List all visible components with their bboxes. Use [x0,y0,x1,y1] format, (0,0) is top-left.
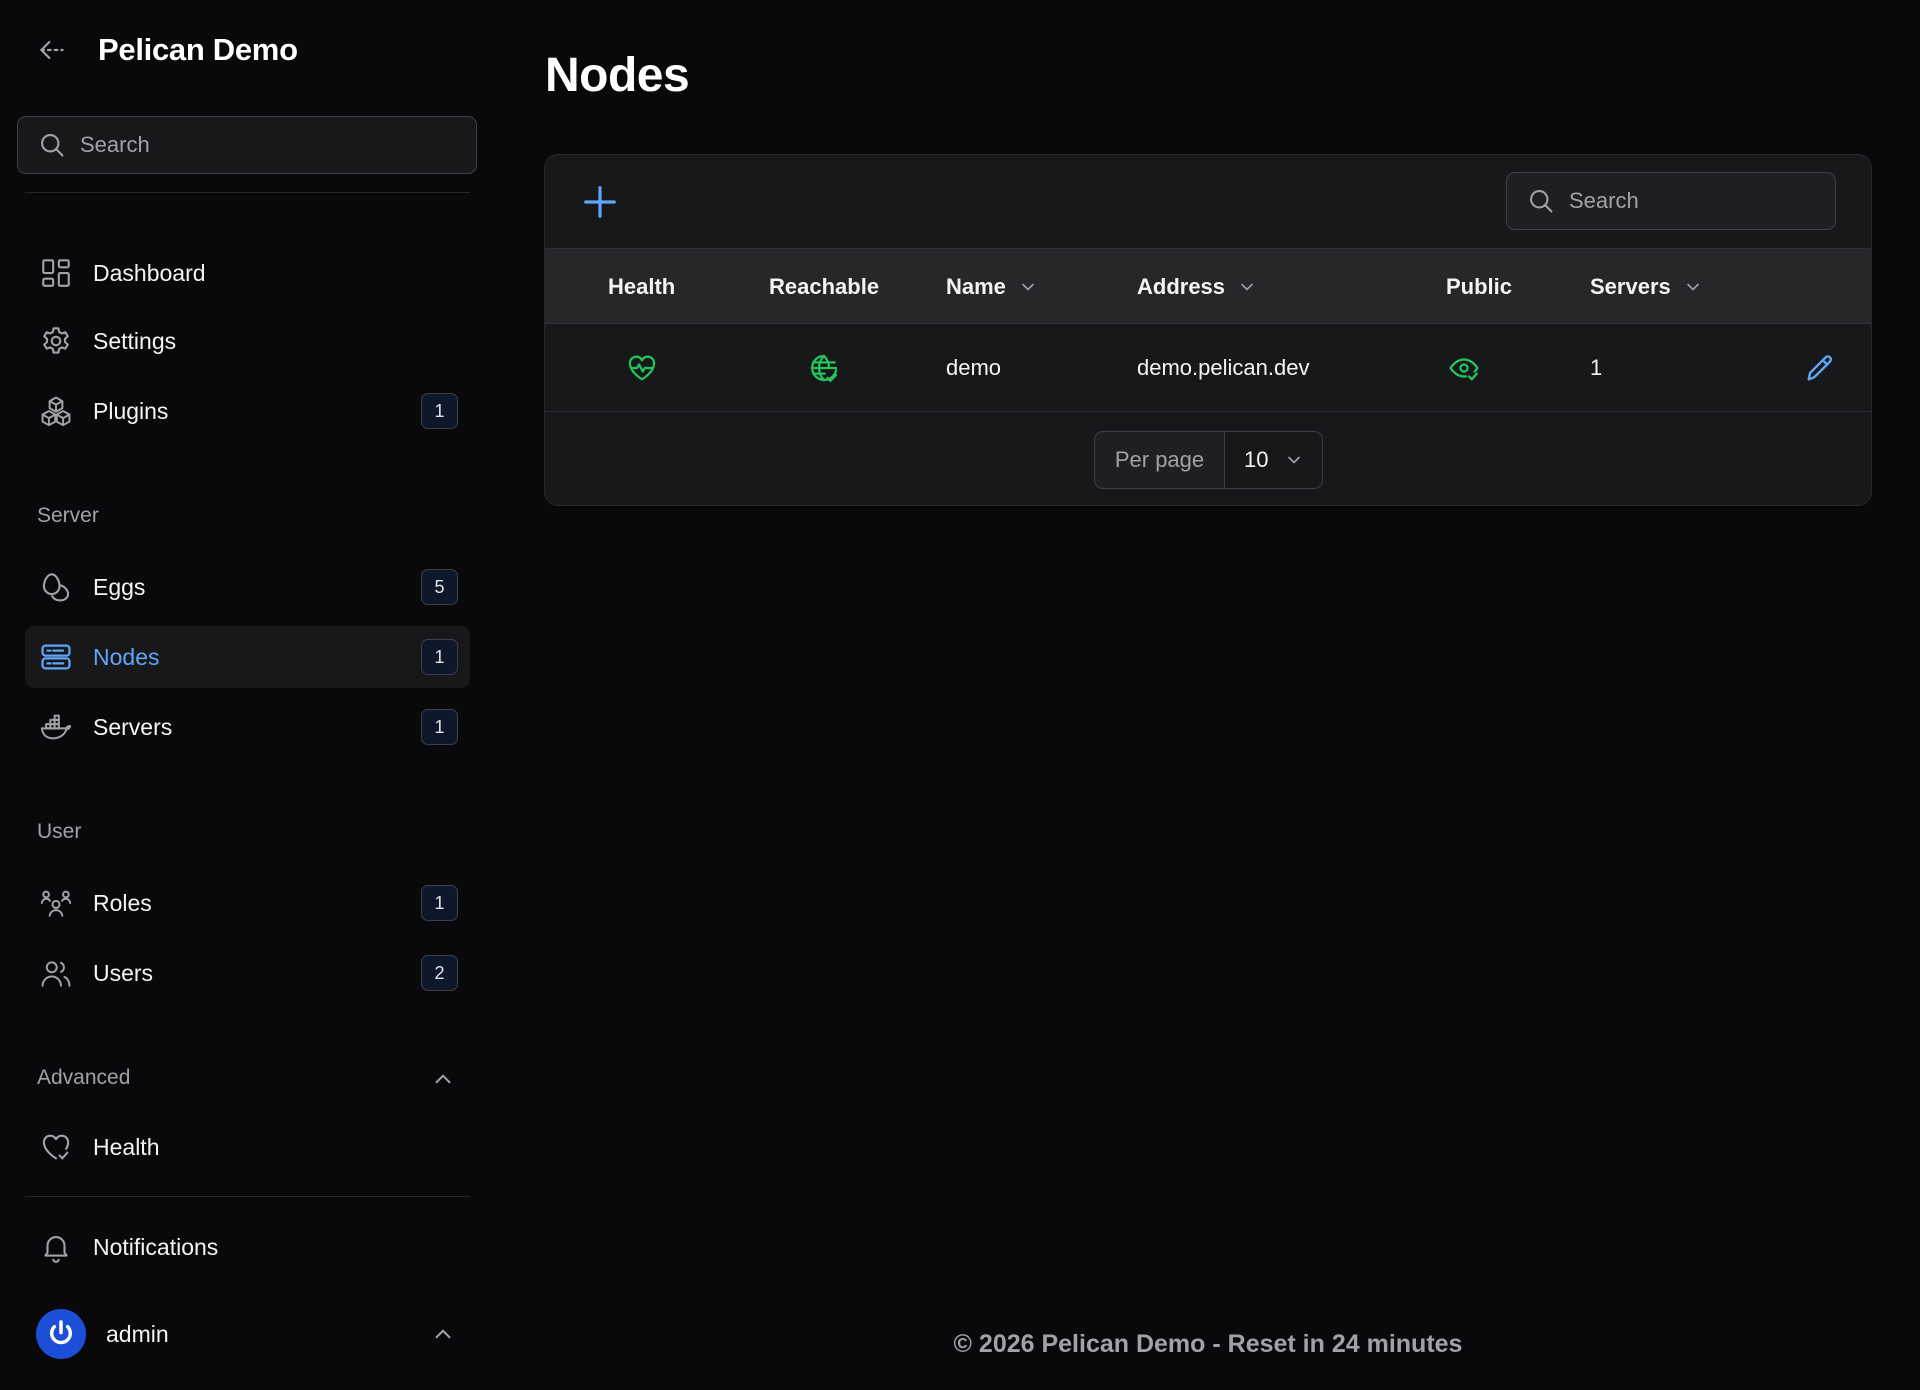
group-label-user: User [37,820,82,843]
sidebar-item-label: Servers [93,713,173,740]
sidebar-item-label: Health [93,1133,160,1160]
count-badge: 2 [421,955,458,991]
page-title: Nodes [545,49,690,102]
per-page-value: 10 [1244,447,1269,472]
eye-check-icon [1447,351,1481,385]
count-badge: 5 [421,569,458,605]
node-name-cell: demo [946,355,1002,380]
per-page-select[interactable]: 10 [1225,432,1322,488]
sidebar-item-label: Roles [93,889,152,916]
sidebar-item-label: Nodes [93,643,160,670]
column-header-public: Public [1446,249,1512,325]
pagination: Per page 10 [1094,431,1323,489]
sidebar-search-input[interactable] [80,132,440,158]
table-toolbar [545,155,1871,248]
chevron-down-icon [1268,450,1304,470]
dashboard-icon [39,256,73,290]
table-row[interactable]: demo demo.pelican.dev 1 [545,324,1871,412]
chevron-up-icon[interactable] [430,1066,456,1092]
group-label-advanced: Advanced [37,1066,131,1089]
sidebar-divider [25,192,470,193]
column-header-name[interactable]: Name [946,249,1038,325]
eggs-icon [39,570,73,604]
sidebar-item-settings[interactable]: Settings [25,310,470,372]
sidebar-item-label: Dashboard [93,259,206,286]
chevron-up-icon[interactable] [430,1321,456,1347]
heart-pulse-icon [625,351,659,385]
user-group-icon [39,886,73,920]
avatar [36,1309,86,1359]
pencil-icon [1803,351,1837,385]
sidebar-item-notifications[interactable]: Notifications [25,1216,470,1278]
search-icon [38,131,66,159]
column-header-health: Health [608,249,675,325]
column-header-servers[interactable]: Servers [1590,249,1703,325]
group-label-server: Server [37,504,99,527]
chevron-down-icon [1683,277,1703,297]
sidebar-item-label: Users [93,959,154,986]
heart-check-icon [39,1130,73,1164]
back-arrow-icon[interactable] [36,34,68,66]
user-menu[interactable]: admin [36,1308,456,1360]
count-badge: 1 [421,639,458,675]
sidebar-item-servers[interactable]: Servers 1 [25,696,470,758]
cubes-icon [39,394,73,428]
server-stack-icon [39,640,73,674]
column-header-reachable: Reachable [769,249,879,325]
servers-count-cell: 1 [1590,355,1603,380]
edit-node-button[interactable] [1803,324,1837,412]
node-address-cell: demo.pelican.dev [1137,355,1310,380]
gear-icon [39,324,73,358]
sidebar-item-health[interactable]: Health [25,1116,470,1178]
brand: Pelican Demo [36,28,298,72]
chevron-down-icon [1018,277,1038,297]
add-node-button[interactable] [581,183,619,221]
search-icon [1527,187,1555,215]
count-badge: 1 [421,885,458,921]
column-label: Reachable [769,274,880,299]
sidebar-item-label: Eggs [93,573,146,600]
nodes-table-card: Health Reachable Name Address Public Ser… [544,154,1872,506]
table-header: Health Reachable Name Address Public Ser… [545,248,1871,324]
footer-text: © 2026 Pelican Demo - Reset in 24 minute… [953,1330,1463,1358]
chevron-down-icon [1237,277,1257,297]
app-title: Pelican Demo [98,32,298,67]
column-label: Servers [1590,274,1671,299]
column-label: Address [1137,274,1226,299]
users-icon [39,956,73,990]
sidebar-item-label: Plugins [93,397,169,424]
sidebar-item-roles[interactable]: Roles 1 [25,872,470,934]
column-label: Health [608,274,676,299]
column-label: Name [946,274,1006,299]
sidebar-item-dashboard[interactable]: Dashboard [25,242,470,304]
column-header-address[interactable]: Address [1137,249,1257,325]
sidebar-divider [25,1196,470,1197]
table-search [1506,172,1836,230]
user-name: admin [106,1320,169,1347]
sidebar: Pelican Demo Dashboard Settings [0,0,490,1390]
count-badge: 1 [421,393,458,429]
sidebar-item-plugins[interactable]: Plugins 1 [25,380,470,442]
sidebar-search [17,116,477,174]
bell-icon [39,1230,73,1264]
reachable-status-cell [807,324,841,412]
per-page-label: Per page [1095,432,1225,488]
column-label: Public [1446,274,1513,299]
sidebar-item-nodes[interactable]: Nodes 1 [25,626,470,688]
sidebar-item-eggs[interactable]: Eggs 5 [25,556,470,618]
globe-check-icon [807,351,841,385]
sidebar-item-label: Notifications [93,1233,219,1260]
health-status-cell [625,324,659,412]
sidebar-item-label: Settings [93,327,177,354]
table-search-input[interactable] [1569,188,1809,214]
public-status-cell [1447,324,1481,412]
count-badge: 1 [421,709,458,745]
docker-icon [39,710,73,744]
sidebar-item-users[interactable]: Users 2 [25,942,470,1004]
